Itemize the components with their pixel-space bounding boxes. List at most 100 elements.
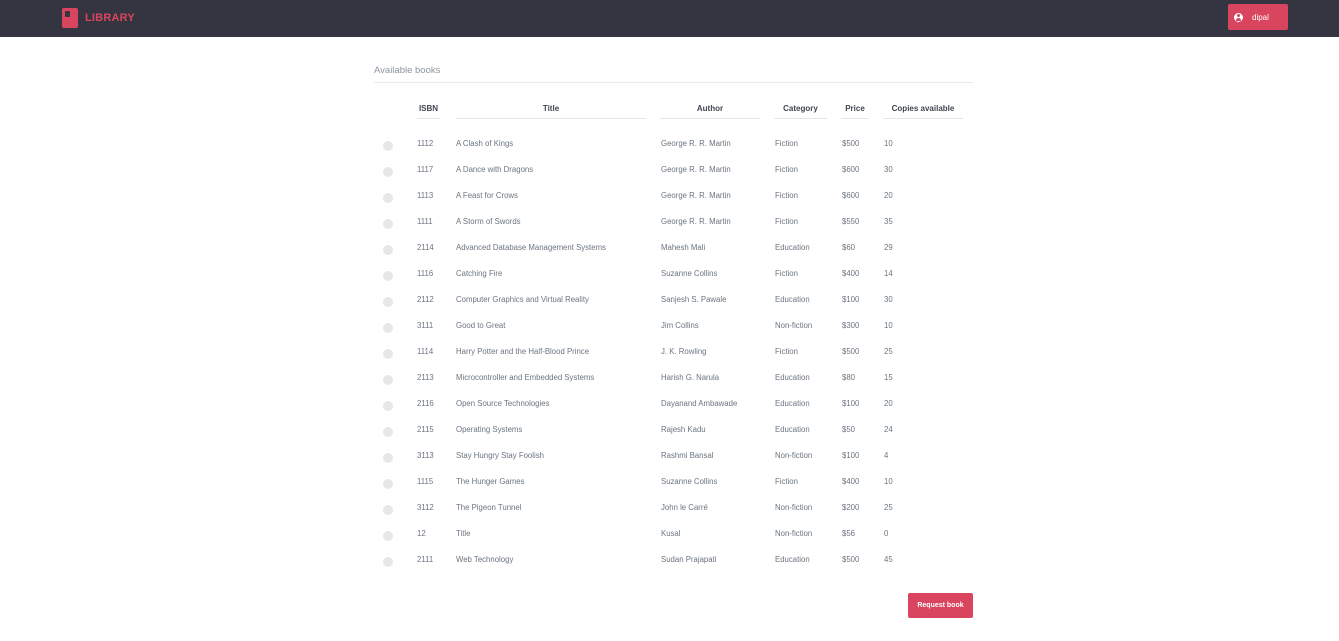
select-book-radio[interactable] <box>383 375 393 385</box>
cell-category: Fiction <box>775 269 798 278</box>
table-row[interactable]: 1116 Catching Fire Suzanne Collins Fiction $… <box>374 269 973 295</box>
table-row[interactable]: 1111 A Storm of Swords George R. R. Martin… <box>374 217 973 243</box>
cell-title: Operating Systems <box>456 425 523 434</box>
request-book-button[interactable]: Request book <box>908 593 973 618</box>
column-header: ISBN <box>417 104 440 119</box>
table-row[interactable]: 2111 Web Technology Sudan Prajapati Educati… <box>374 555 973 581</box>
select-book-radio[interactable] <box>383 271 393 281</box>
cell-price: $400 <box>842 269 860 278</box>
cell-author: Rashmi Bansal <box>661 451 714 460</box>
cell-isbn: 1115 <box>417 477 434 486</box>
cell-isbn: 3113 <box>417 451 434 460</box>
top-navbar: LIBRARY dipal <box>0 0 1339 37</box>
user-menu-button[interactable]: dipal <box>1228 4 1288 30</box>
cell-title: Computer Graphics and Virtual Reality <box>456 295 589 304</box>
cell-category: Non-fiction <box>775 503 813 512</box>
cell-isbn: 1116 <box>417 269 434 278</box>
cell-category: Fiction <box>775 139 798 148</box>
cell-title: Open Source Technologies <box>456 399 550 408</box>
cell-author: George R. R. Martin <box>661 191 731 200</box>
cell-title: A Storm of Swords <box>456 217 521 226</box>
cell-title: Good to Great <box>456 321 506 330</box>
select-book-radio[interactable] <box>383 401 393 411</box>
cell-copies: 25 <box>884 503 893 512</box>
select-book-radio[interactable] <box>383 479 393 489</box>
select-book-radio[interactable] <box>383 323 393 333</box>
table-row[interactable]: 2114 Advanced Database Management Systems… <box>374 243 973 269</box>
cell-isbn: 2112 <box>417 295 434 304</box>
select-book-radio[interactable] <box>383 531 393 541</box>
cell-title: Title <box>456 529 471 538</box>
cell-isbn: 1114 <box>417 347 434 356</box>
cell-title: The Pigeon Tunnel <box>456 503 522 512</box>
cell-copies: 20 <box>884 399 893 408</box>
table-row[interactable]: 1112 A Clash of Kings George R. R. Martin F… <box>374 139 973 165</box>
select-book-radio[interactable] <box>383 141 393 151</box>
table-row[interactable]: 3112 The Pigeon Tunnel John le Carré Non-fi… <box>374 503 973 529</box>
cell-copies: 29 <box>884 243 893 252</box>
cell-price: $60 <box>842 243 856 252</box>
cell-author: Suzanne Collins <box>661 477 718 486</box>
cell-price: $80 <box>842 373 856 382</box>
brand-logo-link[interactable]: LIBRARY <box>62 8 135 28</box>
table-row[interactable]: 2115 Operating Systems Rajesh Kadu Educatio… <box>374 425 973 451</box>
table-row[interactable]: 1114 Harry Potter and the Half-Blood Prin… <box>374 347 973 373</box>
cell-copies: 25 <box>884 347 893 356</box>
cell-copies: 10 <box>884 321 893 330</box>
table-row[interactable]: 12 Title Kusal Non-fiction $56 0 <box>374 529 973 555</box>
brand-name: LIBRARY <box>85 12 135 24</box>
cell-category: Education <box>775 425 810 434</box>
cell-isbn: 1112 <box>417 139 434 148</box>
table-row[interactable]: 2116 Open Source Technologies Dayanand Amb… <box>374 399 973 425</box>
cell-copies: 0 <box>884 529 889 538</box>
cell-isbn: 3112 <box>417 503 434 512</box>
cell-author: Dayanand Ambawade <box>661 399 738 408</box>
cell-copies: 30 <box>884 165 893 174</box>
table-row[interactable]: 3113 Stay Hungry Stay Foolish Rashmi Bansa… <box>374 451 973 477</box>
select-book-radio[interactable] <box>383 297 393 307</box>
table-row[interactable]: 1117 A Dance with Dragons George R. R. Mar… <box>374 165 973 191</box>
select-book-radio[interactable] <box>383 219 393 229</box>
cell-copies: 15 <box>884 373 893 382</box>
select-book-radio[interactable] <box>383 453 393 463</box>
cell-title: A Dance with Dragons <box>456 165 534 174</box>
cell-price: $100 <box>842 399 860 408</box>
table-row[interactable]: 2112 Computer Graphics and Virtual Realit… <box>374 295 973 321</box>
cell-author: Suzanne Collins <box>661 269 718 278</box>
table-row[interactable]: 1113 A Feast for Crows George R. R. Martin… <box>374 191 973 217</box>
cell-author: J. K. Rowling <box>661 347 707 356</box>
select-book-radio[interactable] <box>383 245 393 255</box>
section-divider <box>374 82 973 83</box>
cell-copies: 24 <box>884 425 893 434</box>
cell-category: Education <box>775 295 810 304</box>
select-book-radio[interactable] <box>383 427 393 437</box>
user-circle-icon <box>1234 12 1243 22</box>
cell-price: $500 <box>842 347 860 356</box>
cell-title: A Feast for Crows <box>456 191 518 200</box>
cell-title: Harry Potter and the Half-Blood Prince <box>456 347 590 356</box>
cell-author: Sudan Prajapati <box>661 555 717 564</box>
cell-title: Advanced Database Management Systems <box>456 243 606 252</box>
cell-author: John le Carré <box>661 503 708 512</box>
cell-price: $600 <box>842 165 860 174</box>
column-header: Title <box>456 104 646 119</box>
select-book-radio[interactable] <box>383 167 393 177</box>
column-header: Copies available <box>883 104 963 119</box>
cell-isbn: 2113 <box>417 373 434 382</box>
cell-price: $500 <box>842 555 860 564</box>
cell-copies: 14 <box>884 269 893 278</box>
table-row[interactable]: 1115 The Hunger Games Suzanne Collins Ficti… <box>374 477 973 503</box>
cell-copies: 10 <box>884 477 893 486</box>
cell-price: $100 <box>842 295 860 304</box>
cell-category: Fiction <box>775 165 798 174</box>
select-book-radio[interactable] <box>383 349 393 359</box>
select-book-radio[interactable] <box>383 505 393 515</box>
cell-title: A Clash of Kings <box>456 139 514 148</box>
table-row[interactable]: 2113 Microcontroller and Embedded Systems… <box>374 373 973 399</box>
cell-copies: 4 <box>884 451 889 460</box>
select-book-radio[interactable] <box>383 193 393 203</box>
table-row[interactable]: 3111 Good to Great Jim Collins Non-fiction $… <box>374 321 973 347</box>
cell-category: Non-fiction <box>775 451 813 460</box>
select-book-radio[interactable] <box>383 557 393 567</box>
user-name: dipal <box>1252 12 1269 22</box>
